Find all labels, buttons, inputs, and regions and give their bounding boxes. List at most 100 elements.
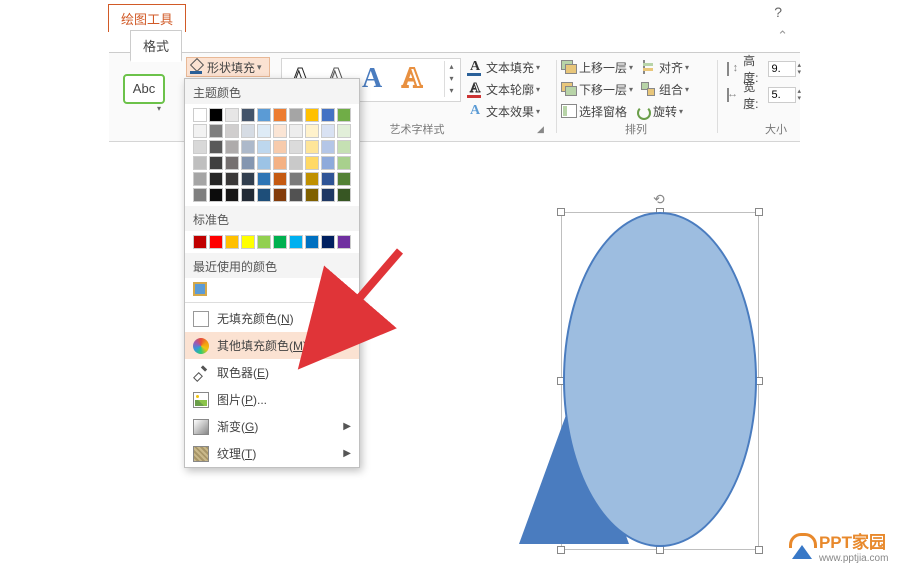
color-swatch[interactable] xyxy=(337,172,351,186)
color-swatch[interactable] xyxy=(305,235,319,249)
canvas-ellipse-shape[interactable] xyxy=(563,212,757,547)
color-swatch[interactable] xyxy=(321,140,335,154)
height-spinner[interactable]: ▴▾ xyxy=(797,62,801,76)
more-fill-colors-item[interactable]: 其他填充颜色(M)... xyxy=(185,332,359,359)
color-swatch[interactable] xyxy=(209,235,223,249)
color-swatch[interactable] xyxy=(225,188,239,202)
color-swatch[interactable] xyxy=(305,108,319,122)
color-swatch[interactable] xyxy=(289,156,303,170)
color-swatch[interactable] xyxy=(225,140,239,154)
shape-fill-button[interactable]: 形状填充 ▾ xyxy=(186,57,270,77)
wordart-gallery-spinner[interactable]: ▴▾▾ xyxy=(444,61,458,97)
color-swatch[interactable] xyxy=(193,235,207,249)
color-swatch[interactable] xyxy=(337,188,351,202)
recent-color-swatch[interactable] xyxy=(193,282,207,296)
color-swatch[interactable] xyxy=(209,172,223,186)
color-swatch[interactable] xyxy=(209,124,223,138)
color-swatch[interactable] xyxy=(273,108,287,122)
help-icon[interactable]: ? xyxy=(774,4,782,20)
color-swatch[interactable] xyxy=(225,172,239,186)
resize-handle-bl[interactable] xyxy=(557,546,565,554)
color-swatch[interactable] xyxy=(257,140,271,154)
color-swatch[interactable] xyxy=(241,235,255,249)
color-swatch[interactable] xyxy=(225,235,239,249)
color-swatch[interactable] xyxy=(257,108,271,122)
wordart-preset-3[interactable]: A xyxy=(362,63,382,95)
tab-format[interactable]: 格式 xyxy=(130,30,182,62)
ribbon-collapse-icon[interactable]: ⌃ xyxy=(777,28,788,44)
shape-style-preset[interactable]: Abc xyxy=(123,74,165,104)
color-swatch[interactable] xyxy=(257,188,271,202)
send-backward-button[interactable]: 下移一层▾ xyxy=(561,81,633,98)
no-fill-item[interactable]: 无填充颜色(N) xyxy=(185,305,359,332)
color-swatch[interactable] xyxy=(225,124,239,138)
bring-forward-button[interactable]: 上移一层▾ xyxy=(561,59,633,76)
color-swatch[interactable] xyxy=(193,188,207,202)
color-swatch[interactable] xyxy=(193,108,207,122)
resize-handle-tl[interactable] xyxy=(557,208,565,216)
width-spinner[interactable]: ▴▾ xyxy=(797,88,801,102)
resize-handle-tr[interactable] xyxy=(755,208,763,216)
resize-handle-b[interactable] xyxy=(656,546,664,554)
picture-fill-item[interactable]: 图片(P)... xyxy=(185,386,359,413)
color-swatch[interactable] xyxy=(273,235,287,249)
color-swatch[interactable] xyxy=(257,156,271,170)
color-swatch[interactable] xyxy=(321,108,335,122)
color-swatch[interactable] xyxy=(225,156,239,170)
color-swatch[interactable] xyxy=(209,156,223,170)
color-swatch[interactable] xyxy=(305,172,319,186)
texture-fill-item[interactable]: 纹理(T)▶ xyxy=(185,440,359,467)
color-swatch[interactable] xyxy=(321,235,335,249)
color-swatch[interactable] xyxy=(337,108,351,122)
wordart-preset-4[interactable]: A xyxy=(402,63,422,95)
color-swatch[interactable] xyxy=(305,124,319,138)
color-swatch[interactable] xyxy=(241,156,255,170)
color-swatch[interactable] xyxy=(273,188,287,202)
color-swatch[interactable] xyxy=(241,172,255,186)
color-swatch[interactable] xyxy=(289,172,303,186)
color-swatch[interactable] xyxy=(321,188,335,202)
selection-pane-button[interactable]: 选择窗格 xyxy=(561,103,627,120)
color-swatch[interactable] xyxy=(193,140,207,154)
resize-handle-br[interactable] xyxy=(755,546,763,554)
width-input[interactable] xyxy=(768,87,796,103)
color-swatch[interactable] xyxy=(257,172,271,186)
color-swatch[interactable] xyxy=(273,156,287,170)
gradient-fill-item[interactable]: 渐变(G)▶ xyxy=(185,413,359,440)
text-fill-button[interactable]: A文本填充▾ xyxy=(467,56,553,78)
color-swatch[interactable] xyxy=(305,156,319,170)
group-button[interactable]: 组合▾ xyxy=(641,81,689,98)
color-swatch[interactable] xyxy=(337,156,351,170)
color-swatch[interactable] xyxy=(193,172,207,186)
text-outline-button[interactable]: A文本轮廓▾ xyxy=(467,78,553,100)
rotation-handle[interactable]: ⟲ xyxy=(653,191,667,205)
color-swatch[interactable] xyxy=(257,235,271,249)
eyedropper-item[interactable]: 取色器(E) xyxy=(185,359,359,386)
color-swatch[interactable] xyxy=(337,140,351,154)
color-swatch[interactable] xyxy=(321,172,335,186)
color-swatch[interactable] xyxy=(289,124,303,138)
color-swatch[interactable] xyxy=(305,140,319,154)
shape-style-more-icon[interactable]: ▾ xyxy=(157,104,161,113)
rotate-button[interactable]: 旋转▾ xyxy=(635,103,683,120)
color-swatch[interactable] xyxy=(305,188,319,202)
color-swatch[interactable] xyxy=(321,156,335,170)
align-button[interactable]: 对齐▾ xyxy=(641,59,689,76)
color-swatch[interactable] xyxy=(241,108,255,122)
color-swatch[interactable] xyxy=(337,124,351,138)
color-swatch[interactable] xyxy=(209,108,223,122)
color-swatch[interactable] xyxy=(241,140,255,154)
color-swatch[interactable] xyxy=(289,108,303,122)
color-swatch[interactable] xyxy=(193,124,207,138)
color-swatch[interactable] xyxy=(241,188,255,202)
color-swatch[interactable] xyxy=(273,140,287,154)
color-swatch[interactable] xyxy=(289,140,303,154)
height-input[interactable] xyxy=(768,61,796,77)
color-swatch[interactable] xyxy=(273,124,287,138)
color-swatch[interactable] xyxy=(257,124,271,138)
color-swatch[interactable] xyxy=(321,124,335,138)
color-swatch[interactable] xyxy=(225,108,239,122)
color-swatch[interactable] xyxy=(193,156,207,170)
color-swatch[interactable] xyxy=(273,172,287,186)
color-swatch[interactable] xyxy=(289,188,303,202)
